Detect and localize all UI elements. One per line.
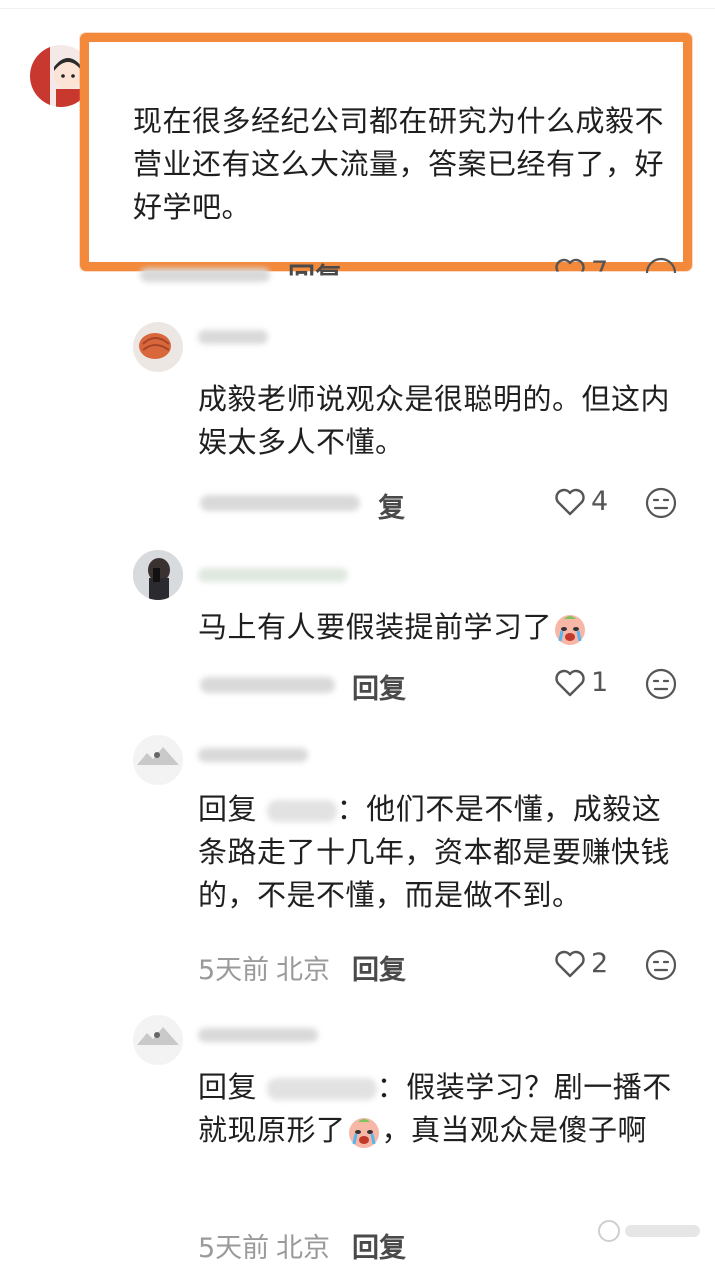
reply-button[interactable]: 回复 xyxy=(288,256,342,276)
avatar[interactable] xyxy=(133,550,183,600)
like-count: 1 xyxy=(591,667,609,698)
reply-button[interactable]: 回复 xyxy=(352,1226,406,1265)
username-redacted xyxy=(198,568,348,582)
emoji-face-icon[interactable] xyxy=(644,667,678,701)
like-button[interactable]: 2 xyxy=(555,948,608,979)
comment-location: 北京 xyxy=(276,955,330,986)
comment-text: 马上有人要假装提前学习了 xyxy=(198,606,698,649)
like-button[interactable]: 4 xyxy=(555,486,608,517)
comment-text-tail: ，真当观众是傻子啊 xyxy=(381,1113,648,1147)
avatar[interactable] xyxy=(133,1015,183,1065)
reply-button[interactable]: 复 xyxy=(378,486,405,525)
reply-button[interactable]: 回复 xyxy=(352,948,406,987)
emoji-face-icon[interactable] xyxy=(644,948,678,982)
reply-button[interactable]: 回复 xyxy=(352,667,406,706)
reply-prefix: 回复 xyxy=(198,1070,258,1104)
avatar-person-icon xyxy=(133,550,183,600)
like-count: 4 xyxy=(591,486,609,517)
like-count: 2 xyxy=(591,948,609,979)
avatar-landscape-icon xyxy=(133,735,183,785)
avatar-food-icon xyxy=(133,322,183,372)
heart-outline-icon xyxy=(555,950,585,977)
top-divider xyxy=(0,8,715,9)
watermark-logo xyxy=(595,1216,705,1246)
username-redacted xyxy=(198,748,308,762)
comment-time: 5天前 xyxy=(198,1233,270,1264)
comment-text-content: 马上有人要假装提前学习了 xyxy=(198,610,553,644)
like-count: 7 xyxy=(591,256,609,287)
username-redacted xyxy=(198,330,268,344)
heart-outline-icon xyxy=(555,258,585,272)
comment-text: 现在很多经纪公司都在研究为什么成毅不营业还有这么大流量，答案已经有了，好好学吧。 xyxy=(133,104,665,224)
like-button[interactable]: 7 xyxy=(555,256,609,287)
emoji-face-icon[interactable] xyxy=(644,256,678,290)
username-redacted xyxy=(198,1028,318,1042)
comment-text: 回复 ：假装学习？剧一播不就现原形了 ，真当观众是傻子啊 xyxy=(198,1066,693,1152)
avatar-landscape-icon xyxy=(133,1015,183,1065)
mention-redacted[interactable] xyxy=(266,800,337,822)
mention-redacted[interactable] xyxy=(266,1078,377,1100)
crying-emoji-icon xyxy=(555,615,586,645)
comment-meta-redacted xyxy=(200,495,360,511)
comment-location: 北京 xyxy=(276,1233,330,1264)
reply-prefix: 回复 xyxy=(198,792,258,826)
comment-meta-redacted xyxy=(140,268,270,282)
emoji-face-icon[interactable] xyxy=(644,486,678,520)
comment-time: 5天前 xyxy=(198,955,270,986)
like-button[interactable]: 1 xyxy=(555,667,608,698)
heart-outline-icon xyxy=(555,669,585,696)
heart-outline-icon xyxy=(555,488,585,515)
comment-text: 成毅老师说观众是很聪明的。但这内娱太多人不懂。 xyxy=(198,382,671,459)
avatar[interactable] xyxy=(133,322,183,372)
comment-meta-redacted xyxy=(200,677,335,693)
avatar[interactable] xyxy=(133,735,183,785)
crying-emoji-icon xyxy=(348,1118,379,1148)
comment-text: 回复 ：他们不是不懂，成毅这条路走了十几年，资本都是要赚快钱的，不是不懂，而是做… xyxy=(198,788,688,917)
